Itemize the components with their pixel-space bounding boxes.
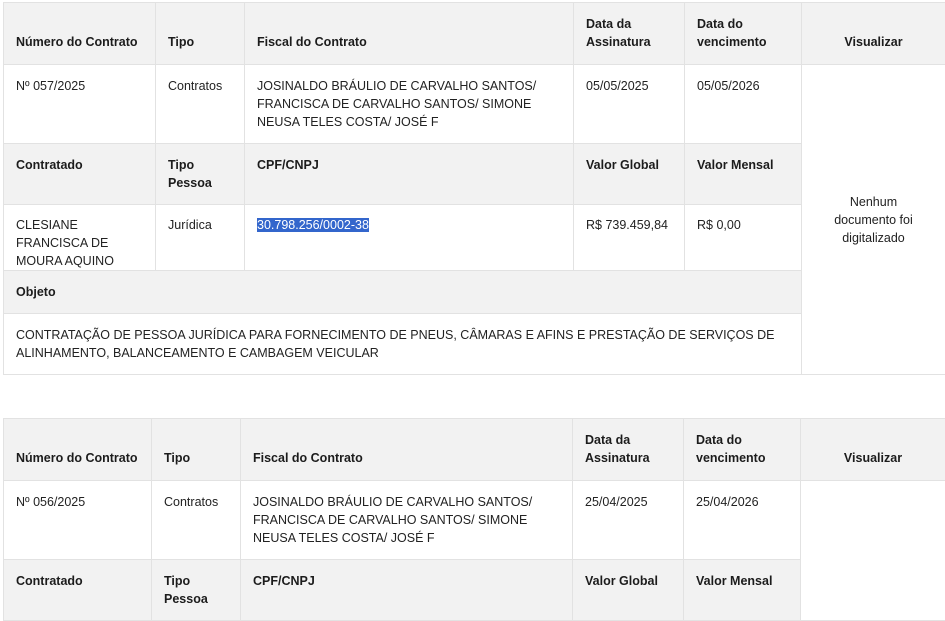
- col-header-visualizar: Visualizar: [801, 419, 945, 481]
- col-header-data-assinatura: Data da Assinatura: [573, 419, 684, 481]
- col-header-contratado: Contratado: [4, 144, 156, 205]
- col-header-valor-global: Valor Global: [574, 144, 685, 205]
- contract-numero: Nº 056/2025: [4, 481, 152, 560]
- contratado-cpf-cnpj[interactable]: 30.798.256/0002-38: [257, 218, 369, 232]
- contract-data-assinatura: 25/04/2025: [573, 481, 684, 560]
- contract-row: Nº 056/2025 Contratos JOSINALDO BRÁULIO …: [4, 481, 945, 560]
- visualizar-status: [801, 481, 945, 621]
- visualizar-status: Nenhum documento foi digitalizado: [802, 65, 945, 375]
- col-header-data-vencimento: Data do vencimento: [685, 3, 802, 65]
- contract-fiscal: JOSINALDO BRÁULIO DE CARVALHO SANTOS/ FR…: [241, 481, 573, 560]
- col-header-numero: Número do Contrato: [4, 419, 152, 481]
- col-header-fiscal: Fiscal do Contrato: [245, 3, 574, 65]
- contract-data-assinatura: 05/05/2025: [574, 65, 685, 144]
- col-header-visualizar: Visualizar: [802, 3, 945, 65]
- col-header-tipo-pessoa: Tipo Pessoa: [152, 560, 241, 621]
- contract-header-row: Número do Contrato Tipo Fiscal do Contra…: [4, 419, 945, 481]
- contratado-tipo-pessoa: Jurídica: [156, 205, 245, 271]
- col-header-valor-mensal: Valor Mensal: [684, 560, 801, 621]
- contratado-name: CLESIANE FRANCISCA DE MOURA AQUINO: [4, 205, 156, 271]
- col-header-fiscal: Fiscal do Contrato: [241, 419, 573, 481]
- col-header-cpf-cnpj: CPF/CNPJ: [241, 560, 573, 621]
- contract-header-row: Número do Contrato Tipo Fiscal do Contra…: [4, 3, 945, 65]
- col-header-tipo: Tipo: [152, 419, 241, 481]
- contract-fiscal: JOSINALDO BRÁULIO DE CARVALHO SANTOS/ FR…: [245, 65, 574, 144]
- contract-table: Número do Contrato Tipo Fiscal do Contra…: [3, 2, 945, 375]
- col-header-tipo-pessoa: Tipo Pessoa: [156, 144, 245, 205]
- contract-tipo: Contratos: [152, 481, 241, 560]
- col-header-contratado: Contratado: [4, 560, 152, 621]
- contract-data-vencimento: 25/04/2026: [684, 481, 801, 560]
- col-header-valor-mensal: Valor Mensal: [685, 144, 802, 205]
- objeto-text: CONTRATAÇÃO DE PESSOA JURÍDICA PARA FORN…: [4, 314, 802, 375]
- contract-numero: Nº 057/2025: [4, 65, 156, 144]
- contract-table: Número do Contrato Tipo Fiscal do Contra…: [3, 418, 945, 621]
- contratado-valor-global: R$ 739.459,84: [574, 205, 685, 271]
- contract-tipo: Contratos: [156, 65, 245, 144]
- col-header-cpf-cnpj: CPF/CNPJ: [245, 144, 574, 205]
- col-header-data-vencimento: Data do vencimento: [684, 419, 801, 481]
- contract-data-vencimento: 05/05/2026: [685, 65, 802, 144]
- contratado-cpf-cnpj-cell: 30.798.256/0002-38: [245, 205, 574, 271]
- col-header-valor-global: Valor Global: [573, 560, 684, 621]
- col-header-numero: Número do Contrato: [4, 3, 156, 65]
- col-header-tipo: Tipo: [156, 3, 245, 65]
- contract-row: Nº 057/2025 Contratos JOSINALDO BRÁULIO …: [4, 65, 945, 144]
- contratado-valor-mensal: R$ 0,00: [685, 205, 802, 271]
- col-header-objeto: Objeto: [4, 271, 802, 314]
- col-header-data-assinatura: Data da Assinatura: [574, 3, 685, 65]
